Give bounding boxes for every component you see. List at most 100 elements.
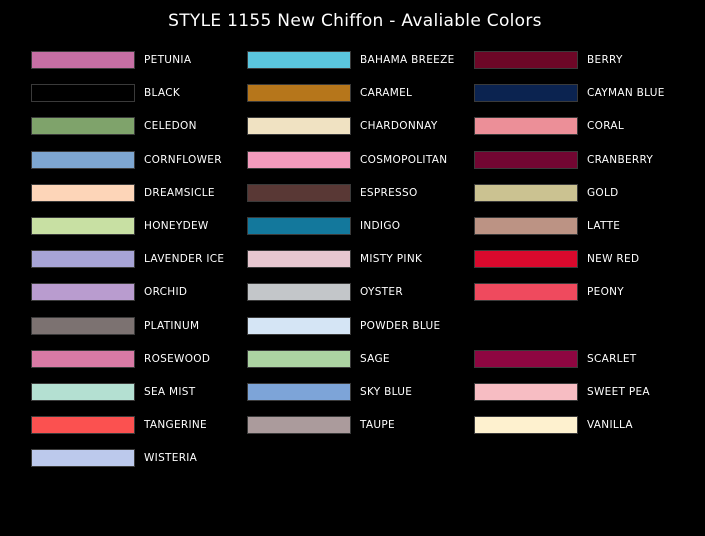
color-swatch-item: BLACK: [31, 84, 224, 117]
color-name-label: BERRY: [587, 54, 623, 66]
color-swatch-item: SKY BLUE: [247, 382, 455, 416]
color-swatch-item: TAUPE: [247, 416, 455, 449]
color-swatch: [31, 382, 135, 401]
color-swatch-item: CHARDONNAY: [247, 117, 455, 150]
color-swatch-item: CELEDON: [31, 117, 224, 150]
page-title: STYLE 1155 New Chiffon - Avaliable Color…: [168, 11, 542, 31]
color-swatch: [474, 382, 578, 401]
color-swatch-item: POWDER BLUE: [247, 316, 455, 350]
color-swatch: [247, 216, 351, 235]
color-name-label: OYSTER: [360, 286, 403, 299]
color-name-label: VANILLA: [587, 419, 633, 432]
color-name-label: COSMOPOLITAN: [360, 153, 448, 166]
color-swatch: [474, 150, 578, 169]
color-swatch: [474, 84, 578, 103]
color-swatch: [474, 283, 578, 302]
color-swatch: [31, 283, 135, 302]
color-swatch: [474, 51, 578, 69]
color-swatch: [247, 382, 351, 401]
color-swatch-item: LAVENDER ICE: [31, 250, 224, 283]
color-swatch: [31, 416, 135, 435]
color-swatch-item: INDIGO: [247, 216, 455, 250]
color-name-label: CORNFLOWER: [144, 153, 222, 166]
color-name-label: WISTERIA: [144, 452, 198, 465]
color-swatch: [31, 84, 135, 103]
color-swatch-item: COSMOPOLITAN: [247, 150, 455, 184]
color-swatch: [31, 51, 135, 69]
color-name-label: SWEET PEA: [587, 385, 650, 398]
color-swatch: [31, 349, 135, 368]
color-swatch-item: PEONY: [474, 283, 665, 316]
color-name-label: GOLD: [587, 186, 619, 199]
color-swatch: [474, 216, 578, 235]
color-swatch-item: SEA MIST: [31, 382, 224, 416]
color-swatch-item: MISTY PINK: [247, 250, 455, 283]
color-name-label: INDIGO: [360, 219, 401, 232]
color-swatch-item: PETUNIA: [31, 51, 224, 84]
color-swatch: [247, 51, 351, 69]
color-swatch: [247, 150, 351, 169]
color-swatch-item: WISTERIA: [31, 449, 224, 482]
color-name-label: LAVENDER ICE: [144, 253, 225, 266]
color-swatch-item: SCARLET: [474, 349, 665, 383]
color-swatch-item: CORNFLOWER: [31, 150, 224, 184]
color-name-label: PETUNIA: [144, 54, 192, 66]
color-name-label: POWDER BLUE: [360, 319, 441, 332]
color-name-label: CELEDON: [144, 120, 197, 133]
color-swatch: [247, 84, 351, 103]
color-name-label: TANGERINE: [144, 419, 207, 432]
color-swatch-item: BERRY: [474, 51, 665, 84]
color-name-label: HONEYDEW: [144, 219, 209, 232]
color-name-label: ESPRESSO: [360, 186, 418, 199]
color-name-label: SCARLET: [587, 352, 637, 365]
color-swatch-item: ORCHID: [31, 283, 224, 316]
color-swatch-item: PLATINUM: [31, 316, 224, 350]
color-swatch: [474, 117, 578, 136]
color-name-label: PEONY: [587, 286, 624, 299]
color-swatch: [474, 183, 578, 202]
color-swatch-item: SAGE: [247, 349, 455, 383]
color-swatch: [474, 416, 578, 435]
color-column-3: BERRY CAYMAN BLUE CORAL CRANBERRY GOLD LATTE N…: [474, 51, 665, 449]
color-swatch: [474, 250, 578, 269]
color-swatch-item: ESPRESSO: [247, 183, 455, 217]
color-swatch: [247, 416, 351, 435]
color-name-label: LATTE: [587, 219, 621, 232]
color-name-label: BLACK: [144, 87, 181, 100]
color-swatch: [31, 117, 135, 136]
color-swatch: [247, 349, 351, 368]
color-swatch-item: HONEYDEW: [31, 216, 224, 250]
color-name-label: SEA MIST: [144, 385, 196, 398]
color-name-label: BAHAMA BREEZE: [360, 54, 455, 66]
color-swatch-item: ROSEWOOD: [31, 349, 224, 383]
color-swatch: [247, 316, 351, 335]
color-swatch-item: TANGERINE: [31, 416, 224, 449]
color-name-label: MISTY PINK: [360, 253, 423, 266]
color-swatch-item: LATTE: [474, 216, 665, 250]
color-swatch: [247, 183, 351, 202]
color-swatch: [247, 250, 351, 269]
color-column-1: PETUNIA BLACK CELEDON CORNFLOWER DREAMSICLE H…: [31, 51, 224, 482]
color-name-label: SAGE: [360, 352, 390, 365]
color-swatch-item: DREAMSICLE: [31, 183, 224, 217]
color-swatch-item: BAHAMA BREEZE: [247, 51, 455, 84]
color-swatch-item: GOLD: [474, 183, 665, 217]
color-swatch-item: SWEET PEA: [474, 382, 665, 416]
color-name-label: DREAMSICLE: [144, 186, 215, 199]
color-name-label: CORAL: [587, 120, 624, 133]
color-name-label: NEW RED: [587, 253, 640, 266]
color-swatch: [474, 349, 578, 368]
color-name-label: SKY BLUE: [360, 385, 413, 398]
color-swatch-item: CRANBERRY: [474, 150, 665, 184]
color-swatch-item: CAYMAN BLUE: [474, 84, 665, 117]
color-name-label: ROSEWOOD: [144, 352, 211, 365]
color-name-label: ORCHID: [144, 286, 188, 299]
color-swatch-item: CORAL: [474, 117, 665, 150]
color-name-label: CRANBERRY: [587, 153, 654, 166]
color-column-2: BAHAMA BREEZE CARAMEL CHARDONNAY COSMOPOLIT…: [247, 51, 455, 449]
color-swatch: [31, 316, 135, 335]
color-name-label: CARAMEL: [360, 87, 413, 100]
color-name-label: PLATINUM: [144, 319, 200, 332]
color-name-label: TAUPE: [360, 419, 395, 432]
color-swatch: [31, 250, 135, 269]
